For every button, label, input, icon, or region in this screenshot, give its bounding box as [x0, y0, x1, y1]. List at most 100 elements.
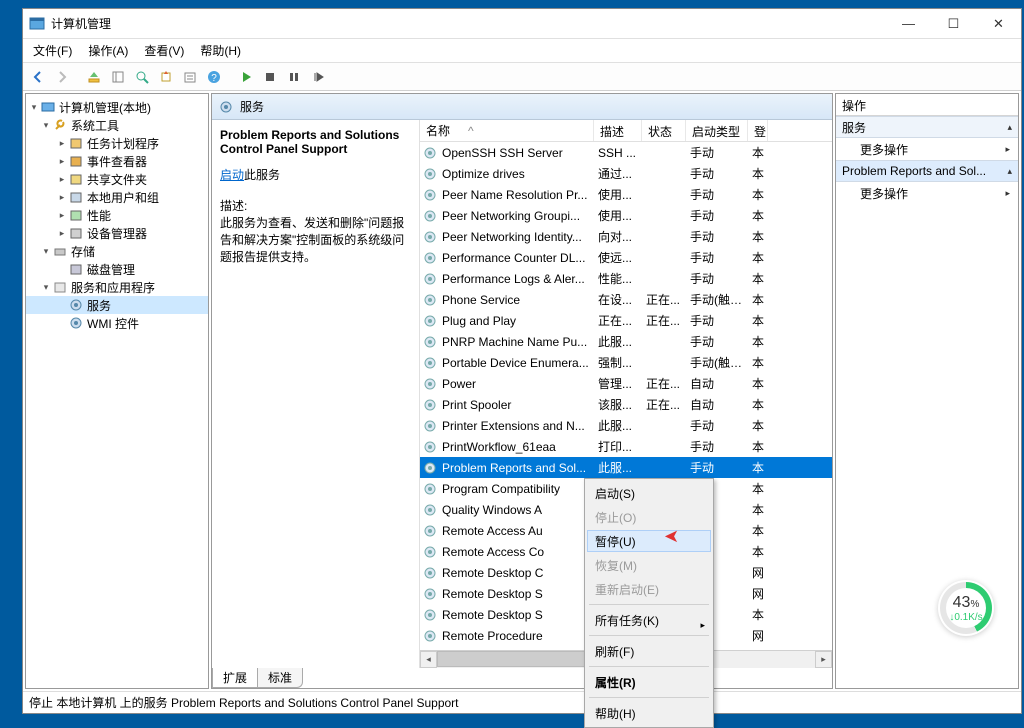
service-row[interactable]: Peer Name Resolution Pr... 使用... 手动 本 [420, 184, 832, 205]
chevron-down-icon[interactable]: ▾ [40, 120, 52, 131]
service-row[interactable]: Plug and Play 正在... 正在... 手动 本 [420, 310, 832, 331]
up-button[interactable] [83, 66, 105, 88]
cell-start: 自动 [686, 375, 748, 392]
cell-logon: 本 [748, 417, 768, 434]
service-row[interactable]: Peer Networking Identity... 向对... 手动 本 [420, 226, 832, 247]
ctx-pause[interactable]: 暂停(U) [587, 530, 711, 552]
gear-icon [422, 377, 438, 391]
tree-svcapps[interactable]: ▾服务和应用程序 [26, 278, 208, 296]
tree-item[interactable]: ▸本地用户和组 [26, 188, 208, 206]
column-start[interactable]: 启动类型 [686, 120, 748, 141]
menu-help[interactable]: 帮助(H) [194, 40, 247, 61]
ctx-alltasks[interactable]: 所有任务(K) [587, 608, 711, 632]
column-state[interactable]: 状态 [642, 120, 686, 141]
service-row[interactable]: Optimize drives 通过... 手动 本 [420, 163, 832, 184]
scroll-left-icon[interactable]: ◂ [420, 651, 437, 668]
find-button[interactable] [131, 66, 153, 88]
tree-systools[interactable]: ▾系统工具 [26, 116, 208, 134]
tree-root[interactable]: ▾计算机管理(本地) [26, 98, 208, 116]
list-header[interactable]: 名称^ 描述 状态 启动类型 登 [420, 120, 832, 142]
service-row[interactable]: Peer Networking Groupi... 使用... 手动 本 [420, 205, 832, 226]
actions-group-services[interactable]: 服务▴ [836, 116, 1018, 138]
tree-item[interactable]: ▸任务计划程序 [26, 134, 208, 152]
forward-button[interactable] [51, 66, 73, 88]
storage-icon [52, 243, 68, 259]
tree-panel[interactable]: ▾计算机管理(本地) ▾系统工具 ▸任务计划程序▸事件查看器▸共享文件夹▸本地用… [25, 93, 209, 689]
cell-desc: SSH ... [594, 146, 642, 160]
tree-item[interactable]: WMI 控件 [26, 314, 208, 332]
tree-icon [68, 135, 84, 151]
service-row[interactable]: OpenSSH SSH Server SSH ... 手动 本 [420, 142, 832, 163]
service-row[interactable]: Performance Counter DL... 使远... 手动 本 [420, 247, 832, 268]
column-name[interactable]: 名称^ [420, 120, 594, 141]
network-gauge[interactable]: 43% ↓0.1K/s [938, 580, 994, 636]
tree-storage[interactable]: ▾存储 [26, 242, 208, 260]
ctx-restart: 重新启动(E) [587, 577, 711, 601]
chevron-down-icon[interactable]: ▾ [40, 282, 52, 293]
tree-item[interactable]: ▸性能 [26, 206, 208, 224]
chevron-down-icon[interactable]: ▾ [28, 102, 40, 113]
tree-item[interactable]: ▸事件查看器 [26, 152, 208, 170]
service-row[interactable]: Phone Service 在设... 正在... 手动(触发... 本 [420, 289, 832, 310]
scroll-right-icon[interactable]: ▸ [815, 651, 832, 668]
stop-button[interactable] [259, 66, 281, 88]
pause-button[interactable] [283, 66, 305, 88]
close-button[interactable]: ✕ [976, 9, 1021, 39]
maximize-button[interactable]: ☐ [931, 9, 976, 39]
help-button[interactable]: ? [203, 66, 225, 88]
disk-icon [68, 261, 84, 277]
properties-button[interactable] [179, 66, 201, 88]
selected-service-name: Problem Reports and Solutions Control Pa… [220, 128, 411, 156]
gear-icon [422, 251, 438, 265]
tree-item[interactable]: 服务 [26, 296, 208, 314]
tree-item[interactable]: ▸共享文件夹 [26, 170, 208, 188]
actions-group-selected[interactable]: Problem Reports and Sol...▴ [836, 160, 1018, 182]
service-row[interactable]: PNRP Machine Name Pu... 此服... 手动 本 [420, 331, 832, 352]
minimize-button[interactable]: — [886, 9, 931, 39]
tab-extended[interactable]: 扩展 [212, 668, 257, 688]
cell-logon: 本 [748, 438, 768, 455]
gear-icon [218, 99, 234, 115]
gear-icon [422, 524, 438, 538]
gear-icon [422, 146, 438, 160]
chevron-down-icon[interactable]: ▾ [40, 246, 52, 257]
tab-standard[interactable]: 标准 [257, 668, 303, 688]
back-button[interactable] [27, 66, 49, 88]
service-row[interactable]: Portable Device Enumera... 强制... 手动(触发..… [420, 352, 832, 373]
ctx-start[interactable]: 启动(S) [587, 481, 711, 505]
annotation-arrow-icon: ➤ [664, 526, 679, 547]
ctx-refresh[interactable]: 刷新(F) [587, 639, 711, 663]
cell-desc: 在设... [594, 291, 642, 308]
tree-item[interactable]: ▸设备管理器 [26, 224, 208, 242]
description-label: 描述: [220, 197, 411, 214]
ctx-help[interactable]: 帮助(H) [587, 701, 711, 725]
column-logon[interactable]: 登 [748, 120, 768, 141]
actions-more-2[interactable]: 更多操作 [836, 182, 1018, 204]
tree-item[interactable]: 磁盘管理 [26, 260, 208, 278]
title-bar: 计算机管理 — ☐ ✕ [23, 9, 1021, 39]
column-desc[interactable]: 描述 [594, 120, 642, 141]
cell-name: Remote Procedure [438, 629, 594, 643]
service-row[interactable]: Print Spooler 该服... 正在... 自动 本 [420, 394, 832, 415]
service-row[interactable]: Power 管理... 正在... 自动 本 [420, 373, 832, 394]
actions-more-1[interactable]: 更多操作 [836, 138, 1018, 160]
cell-desc: 使远... [594, 249, 642, 266]
service-row[interactable]: PrintWorkflow_61eaa 打印... 手动 本 [420, 436, 832, 457]
restart-button[interactable] [307, 66, 329, 88]
menu-file[interactable]: 文件(F) [27, 40, 78, 61]
start-link[interactable]: 启动 [220, 168, 244, 182]
menu-view[interactable]: 查看(V) [138, 40, 190, 61]
center-header: 服务 [212, 94, 832, 120]
ctx-props[interactable]: 属性(R) [587, 670, 711, 694]
menu-action[interactable]: 操作(A) [82, 40, 134, 61]
cell-state: 正在... [642, 291, 686, 308]
show-hide-button[interactable] [107, 66, 129, 88]
cell-logon: 本 [748, 144, 768, 161]
service-row[interactable]: Performance Logs & Aler... 性能... 手动 本 [420, 268, 832, 289]
service-row[interactable]: Printer Extensions and N... 此服... 手动 本 [420, 415, 832, 436]
service-row[interactable]: Problem Reports and Sol... 此服... 手动 本 [420, 457, 832, 478]
play-button[interactable] [235, 66, 257, 88]
export-button[interactable] [155, 66, 177, 88]
computer-icon [40, 99, 56, 115]
cell-logon: 本 [748, 270, 768, 287]
